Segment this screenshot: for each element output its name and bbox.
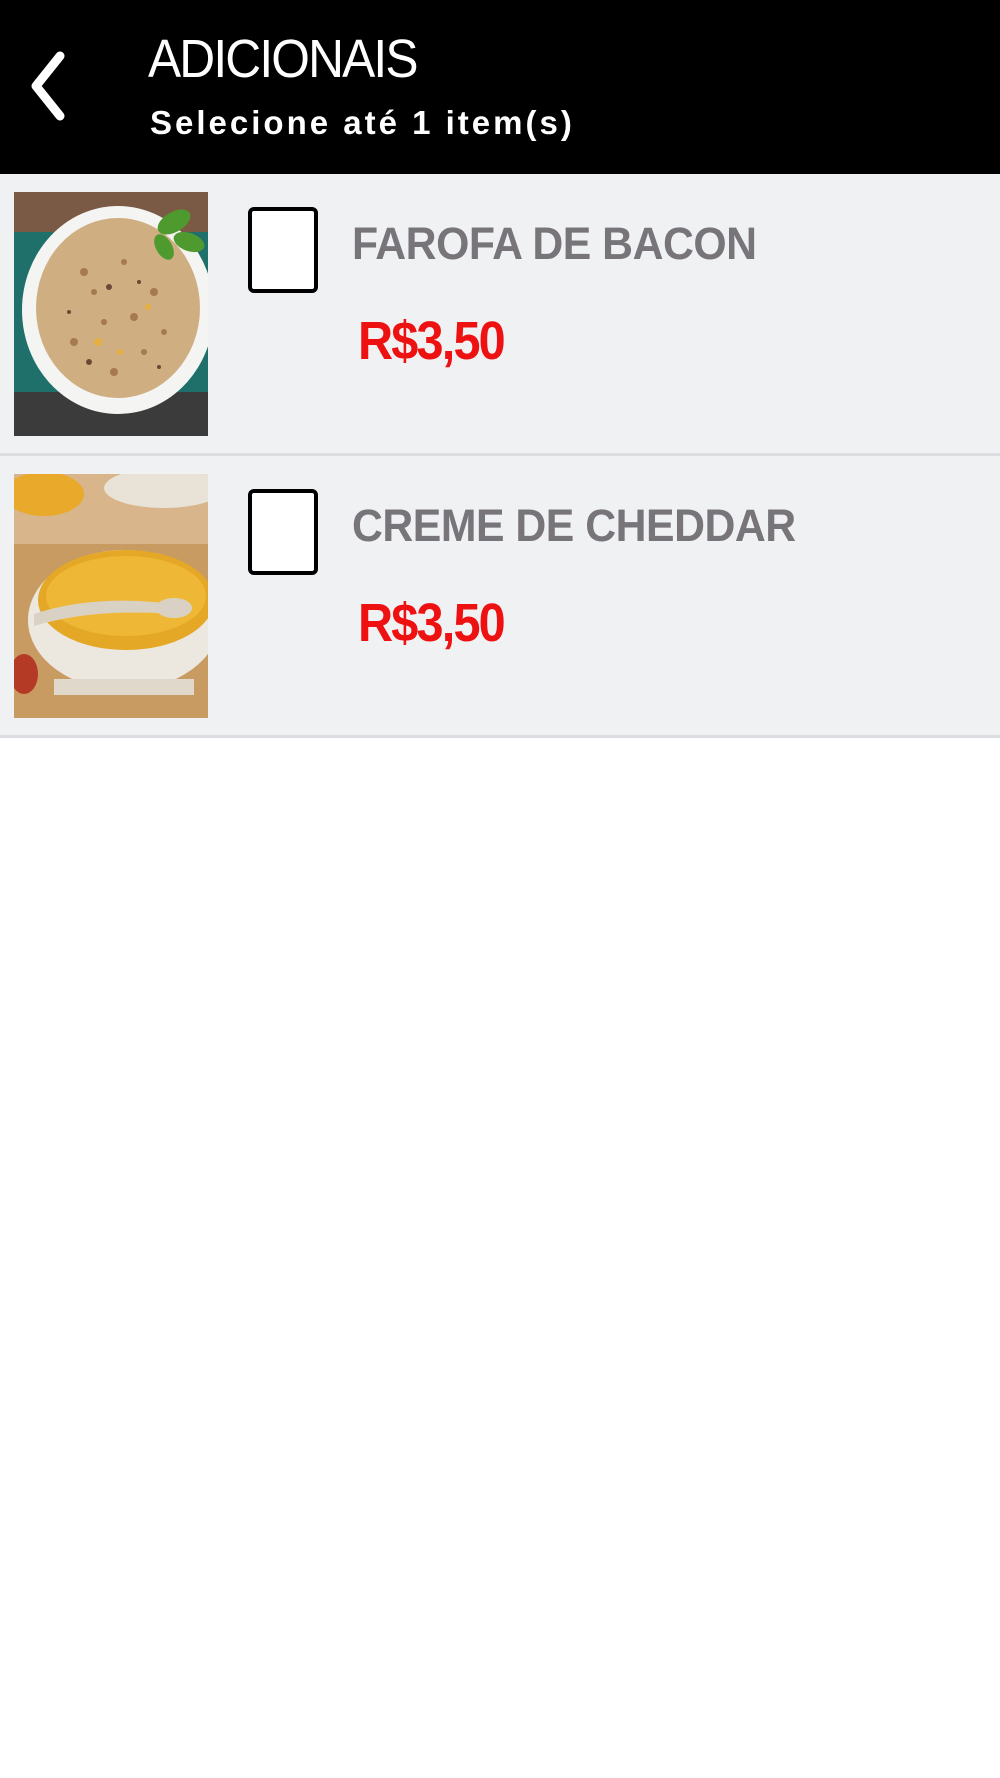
addon-list: FAROFA DE BACON R$3,50 CREME DE CHEDDAR … [0, 174, 1000, 738]
cheddar-image [14, 474, 208, 718]
item-price: R$3,50 [358, 311, 506, 371]
farofa-image [14, 192, 208, 436]
list-item[interactable]: FAROFA DE BACON R$3,50 [0, 174, 1000, 456]
item-name: FAROFA DE BACON [352, 218, 757, 269]
item-checkbox[interactable] [248, 207, 318, 293]
header-bar: ADICIONAIS Selecione até 1 item(s) [0, 0, 1000, 174]
page-subtitle: Selecione até 1 item(s) [150, 104, 575, 141]
item-price: R$3,50 [358, 593, 506, 653]
item-name: CREME DE CHEDDAR [352, 500, 796, 551]
item-checkbox[interactable] [248, 489, 318, 575]
back-button[interactable] [16, 36, 80, 136]
list-item[interactable]: CREME DE CHEDDAR R$3,50 [0, 456, 1000, 738]
chevron-left-icon [31, 51, 65, 121]
page-title: ADICIONAIS [148, 29, 419, 89]
